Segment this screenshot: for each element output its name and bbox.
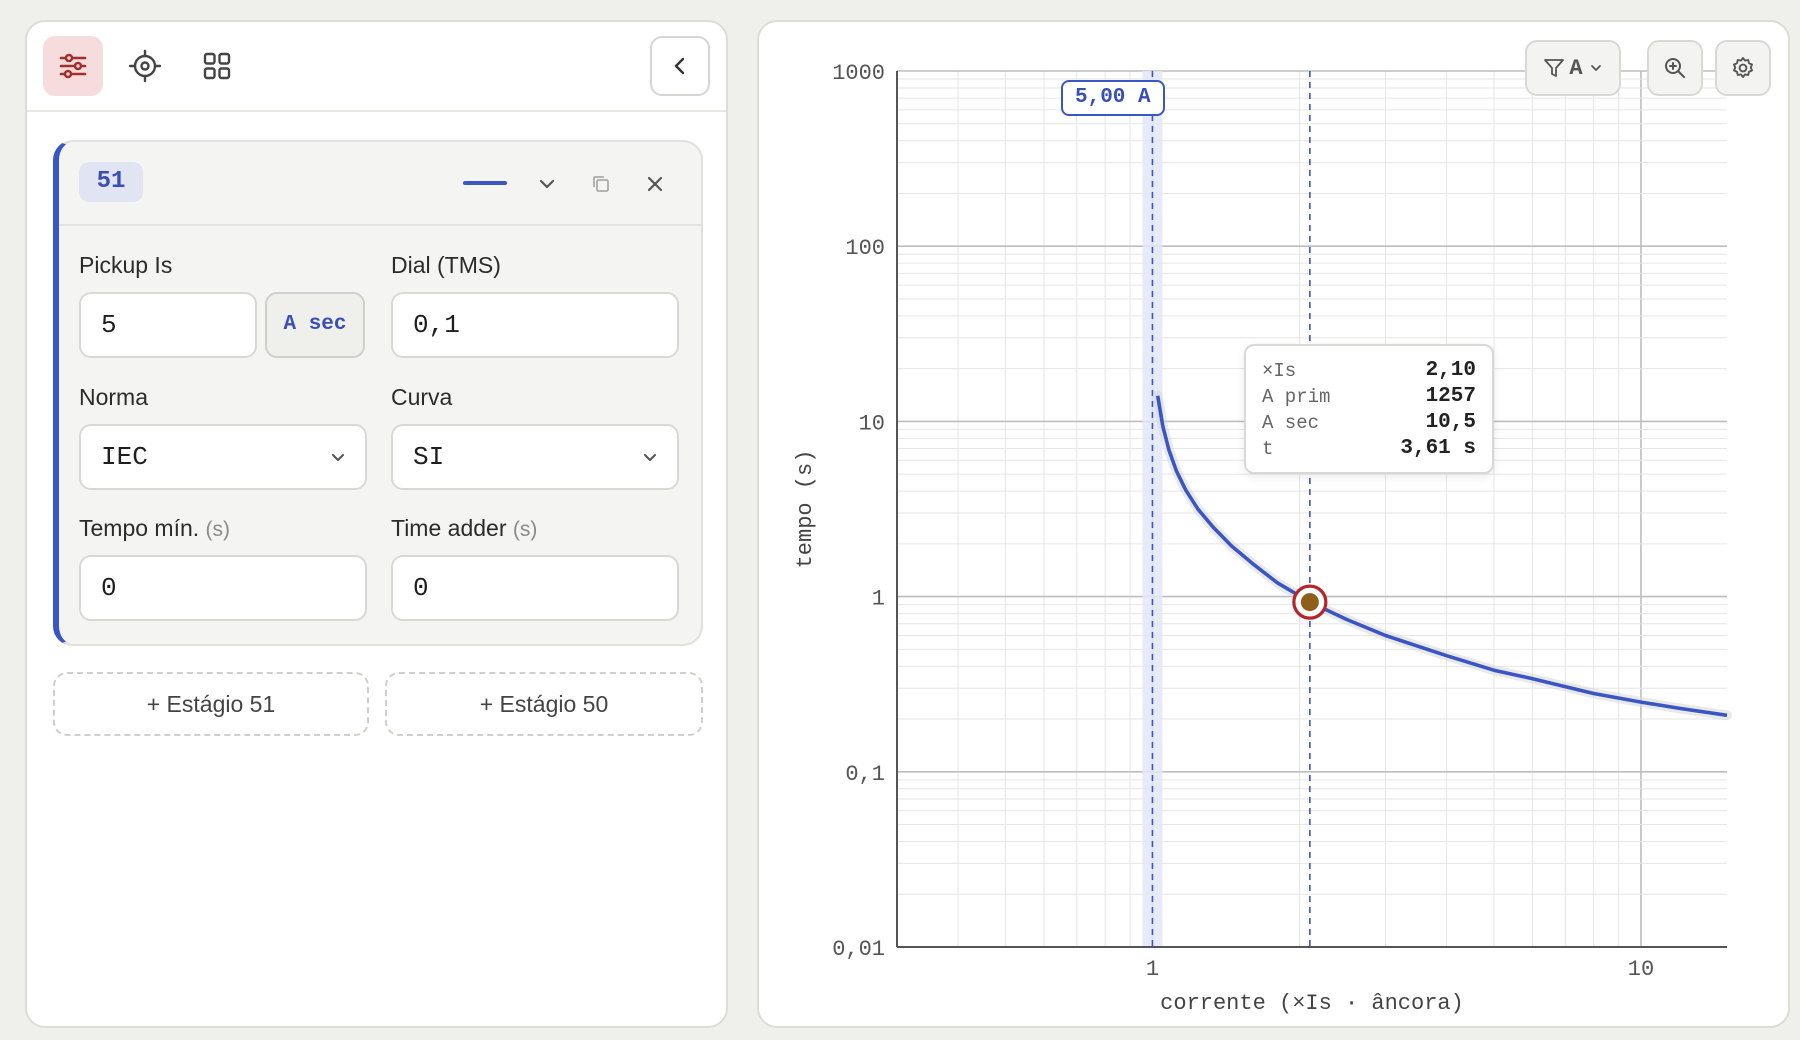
line-style-dropdown[interactable] <box>529 166 565 202</box>
tooltip-row: ×Is 2,10 <box>1262 358 1476 384</box>
x-tick-label: 1 <box>1146 957 1159 982</box>
stage-card-51: 51 Pickup Is 5 A sec Dial (TMS) 0,1 Norm… <box>53 140 703 646</box>
zoom-button[interactable] <box>1647 40 1703 96</box>
x-axis-label: corrente (×Is · âncora) <box>1160 991 1464 1016</box>
tooltip-key: A prim <box>1262 386 1331 408</box>
phase-filter-value: A <box>1569 55 1583 81</box>
tooltip-row: A sec 10,5 <box>1262 410 1476 436</box>
collapse-panel-button[interactable] <box>650 36 710 96</box>
dial-input[interactable]: 0,1 <box>391 292 679 358</box>
chevron-down-icon <box>644 454 656 461</box>
phase-filter-button[interactable]: A <box>1525 40 1621 96</box>
stage-card-header: 51 <box>59 142 701 226</box>
cursor-marker-dot <box>1300 593 1319 612</box>
cursor-tooltip: ×Is 2,10 A prim 1257 A sec 10,5 t 3,61 s <box>1244 344 1494 474</box>
y-tick-label: 1 <box>872 587 885 612</box>
settings-button[interactable] <box>1715 40 1771 96</box>
time-adder-label-text: Time adder <box>391 515 507 541</box>
copy-icon <box>593 176 609 192</box>
add-stage-50-button[interactable]: + Estágio 50 <box>385 672 703 736</box>
norma-value: IEC <box>101 442 148 472</box>
tooltip-row: A prim 1257 <box>1262 384 1476 410</box>
tooltip-value: 3,61 s <box>1400 437 1476 460</box>
curva-value: SI <box>413 442 445 472</box>
tempo-min-input[interactable]: 0 <box>79 555 367 621</box>
chevron-down-icon <box>539 179 555 189</box>
time-adder-input[interactable]: 0 <box>391 555 679 621</box>
add-stage-51-button[interactable]: + Estágio 51 <box>53 672 369 736</box>
y-tick-label: 0,01 <box>832 937 885 962</box>
curva-label: Curva <box>391 384 453 410</box>
tooltip-key: t <box>1262 438 1274 460</box>
grid-icon <box>203 52 231 80</box>
curva-select[interactable]: SI <box>391 424 679 490</box>
time-adder-label: Time adder (s) <box>391 515 537 542</box>
tooltip-value: 10,5 <box>1425 411 1476 434</box>
tempo-min-label: Tempo mín. (s) <box>79 515 230 542</box>
tab-stages[interactable] <box>43 36 103 96</box>
y-tick-label: 10 <box>859 411 885 436</box>
sliders-icon <box>59 53 87 79</box>
pickup-marker-label: 5,00 A <box>1061 80 1165 116</box>
pickup-label: Pickup Is <box>79 252 173 278</box>
zoom-in-icon <box>1665 58 1685 78</box>
tab-grid[interactable] <box>187 36 247 96</box>
dial-label: Dial (TMS) <box>391 252 501 278</box>
x-tick-label: 10 <box>1628 957 1654 982</box>
stage-badge: 51 <box>79 162 143 202</box>
tooltip-key: A sec <box>1262 412 1320 434</box>
close-icon <box>647 176 663 192</box>
time-current-chart[interactable]: 1000 100 10 1 0,1 0,01 1 10 corrente (×Is · ânc… <box>759 22 1790 1028</box>
panel-toolbar <box>27 22 726 112</box>
y-tick-label: 1000 <box>832 61 885 86</box>
remove-stage-button[interactable] <box>637 166 673 202</box>
config-panel: 51 Pickup Is 5 A sec Dial (TMS) 0,1 Norm… <box>25 20 728 1028</box>
pickup-band <box>1142 71 1163 947</box>
tempo-min-unit: (s) <box>205 518 231 541</box>
filter-icon <box>1544 59 1565 77</box>
pickup-input[interactable]: 5 <box>79 292 257 358</box>
tooltip-key: ×Is <box>1262 360 1297 382</box>
norma-label: Norma <box>79 384 149 410</box>
time-adder-unit: (s) <box>512 518 538 541</box>
tempo-min-label-text: Tempo mín. <box>79 515 200 541</box>
chevron-down-icon <box>1590 65 1601 71</box>
chevron-left-icon <box>674 57 685 75</box>
chart-panel: 1000 100 10 1 0,1 0,01 1 10 corrente (×Is · ânc… <box>757 20 1790 1028</box>
tooltip-value: 1257 <box>1425 385 1476 408</box>
y-tick-label: 100 <box>845 236 885 261</box>
norma-select[interactable]: IEC <box>79 424 367 490</box>
tooltip-row: t 3,61 s <box>1262 436 1476 462</box>
chevron-down-icon <box>332 454 344 461</box>
tab-target[interactable] <box>115 36 175 96</box>
gear-icon <box>1733 57 1753 78</box>
y-axis-label: tempo (s) <box>793 450 818 569</box>
y-tick-label: 0,1 <box>845 762 885 787</box>
pickup-unit-button[interactable]: A sec <box>265 292 365 358</box>
tooltip-value: 2,10 <box>1425 359 1476 382</box>
duplicate-stage-button[interactable] <box>583 166 619 202</box>
target-icon <box>128 49 162 83</box>
line-style-swatch[interactable] <box>463 181 507 185</box>
